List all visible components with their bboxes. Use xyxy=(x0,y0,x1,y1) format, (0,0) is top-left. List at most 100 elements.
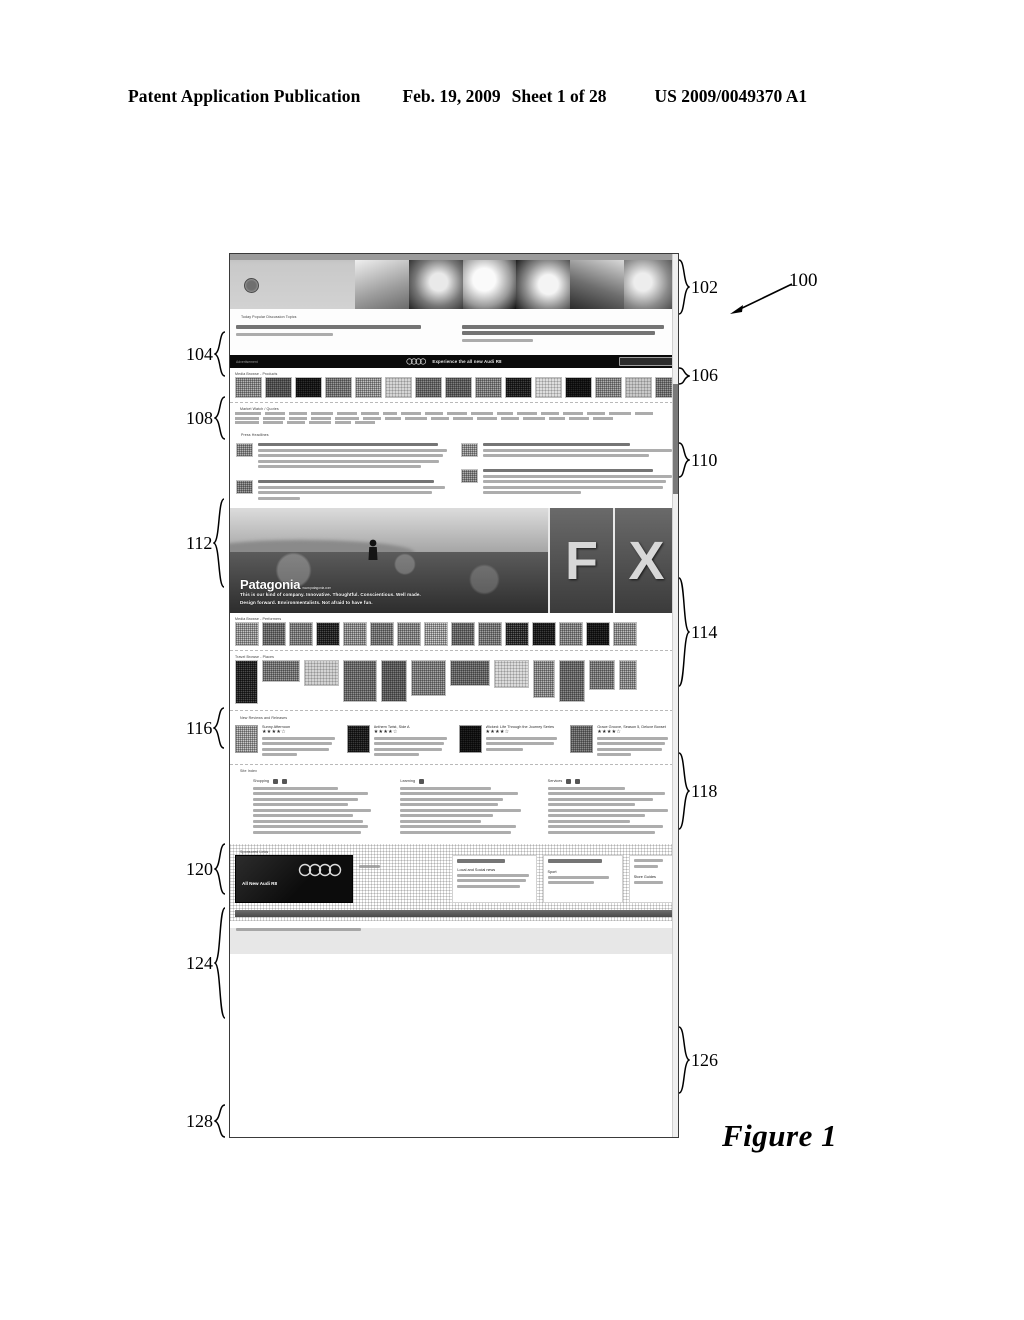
product-thumbnail[interactable] xyxy=(475,377,502,398)
news-item[interactable] xyxy=(236,479,447,503)
patagonia-url[interactable]: www.patagonia.com xyxy=(302,586,331,592)
review-stars: ★★★★☆ xyxy=(485,729,510,736)
travel-photo[interactable] xyxy=(494,660,529,689)
site-index-section: Site Index Shopping Learning Services xyxy=(230,764,678,845)
ref-126-label: 126 xyxy=(691,1049,718,1070)
performer-thumbnail[interactable] xyxy=(370,622,394,647)
link-column-title: Learning xyxy=(400,779,416,784)
product-thumbnail[interactable] xyxy=(355,377,382,398)
travel-photo-row[interactable] xyxy=(230,660,678,705)
travel-photo[interactable] xyxy=(235,660,258,705)
site-logo-icon[interactable] xyxy=(244,278,259,293)
product-thumbnail[interactable] xyxy=(535,377,562,398)
news-thumbnail xyxy=(461,442,478,457)
travel-strip-label: Travel Browse - Places xyxy=(235,654,275,659)
review-stars: ★★★★☆ xyxy=(597,729,622,736)
patagonia-photo: Patagonia www.patagonia.com This is our … xyxy=(230,508,548,614)
review-cover-image xyxy=(346,725,370,754)
ad-card-title: Local and Social news xyxy=(457,867,496,872)
performer-thumbnail[interactable] xyxy=(505,622,529,647)
performer-thumbnail[interactable] xyxy=(613,622,637,647)
patagonia-tagline-1: This is our kind of company. Innovative.… xyxy=(240,592,421,598)
ad-slot-empty xyxy=(359,855,446,871)
brace-right-icon xyxy=(678,1026,690,1094)
travel-photo[interactable] xyxy=(533,660,555,699)
review-title[interactable]: Anthem Twist, Side A xyxy=(374,725,450,729)
product-thumbnail[interactable] xyxy=(625,377,652,398)
ref-102-annotation: 102 xyxy=(678,259,718,315)
audi-ad-banner[interactable]: Advertisement Experience the all new Aud… xyxy=(230,355,678,368)
review-stars: ★★★★☆ xyxy=(373,729,398,736)
review-title[interactable]: Grace Groove, Season 5, Deluxe Boxset xyxy=(597,725,673,729)
sponsored-links-label: Sponsored Links xyxy=(240,849,269,854)
link-column-title: Services xyxy=(547,779,563,784)
travel-photo[interactable] xyxy=(559,660,585,703)
performer-thumbnail[interactable] xyxy=(397,622,421,647)
ad-card[interactable]: Local and Social news xyxy=(452,855,537,904)
ad-card[interactable]: Store Guides xyxy=(628,855,673,904)
review-title[interactable]: Wicked: Life Through the Journey Series xyxy=(486,725,562,729)
vertical-scrollbar[interactable] xyxy=(672,254,678,1137)
performer-thumbnail[interactable] xyxy=(424,622,448,647)
performer-thumbnail[interactable] xyxy=(235,622,259,647)
travel-photo[interactable] xyxy=(619,660,637,691)
brace-right-icon xyxy=(678,442,690,478)
quote-item[interactable] xyxy=(236,325,446,344)
review-item[interactable]: Wicked: Life Through the Journey Series … xyxy=(458,725,562,759)
travel-photo[interactable] xyxy=(411,660,446,697)
review-item[interactable]: Sunny Afternoon ★★★★☆ xyxy=(235,725,338,759)
travel-photo[interactable] xyxy=(589,660,615,691)
product-thumbnail[interactable] xyxy=(505,377,532,398)
news-item[interactable] xyxy=(461,468,672,497)
masthead-banner-image xyxy=(355,260,678,309)
product-thumbnail[interactable] xyxy=(445,377,472,398)
table-row[interactable] xyxy=(235,416,673,420)
product-thumbnail-row[interactable] xyxy=(230,377,678,398)
table-row[interactable] xyxy=(235,421,673,424)
performer-thumbnail-row[interactable] xyxy=(230,622,678,647)
news-item[interactable] xyxy=(461,442,672,460)
travel-photo[interactable] xyxy=(450,660,490,687)
performer-thumbnail[interactable] xyxy=(451,622,475,647)
product-thumbnail[interactable] xyxy=(565,377,592,398)
product-thumbnail[interactable] xyxy=(595,377,622,398)
product-thumbnail[interactable] xyxy=(265,377,292,398)
table-row[interactable] xyxy=(235,412,673,415)
patagonia-ad-banner[interactable]: Patagonia www.patagonia.com This is our … xyxy=(230,508,678,614)
travel-photo[interactable] xyxy=(304,660,339,687)
performer-thumbnail[interactable] xyxy=(289,622,313,647)
quote-item[interactable] xyxy=(462,325,672,344)
performer-thumbnail[interactable] xyxy=(262,622,286,647)
product-thumbnail[interactable] xyxy=(415,377,442,398)
ref-100-leader-arrow xyxy=(730,283,793,314)
performer-thumbnail[interactable] xyxy=(478,622,502,647)
product-thumbnail[interactable] xyxy=(385,377,412,398)
product-thumbnail[interactable] xyxy=(235,377,262,398)
performer-thumbnail[interactable] xyxy=(532,622,556,647)
brace-right-icon xyxy=(678,752,690,830)
product-thumbnail[interactable] xyxy=(325,377,352,398)
review-title[interactable]: Sunny Afternoon xyxy=(262,725,338,729)
link-column: Shopping xyxy=(253,778,378,837)
webpage-screenshot-mock: Today Popular Discussion Topics Advertis… xyxy=(229,253,679,1138)
review-item[interactable]: Anthem Twist, Side A ★★★★☆ xyxy=(346,725,450,759)
travel-photo[interactable] xyxy=(262,660,300,683)
reviews-section-label: New Reviews and Releases xyxy=(240,715,288,720)
tag-icon xyxy=(282,778,288,784)
performer-thumbnail[interactable] xyxy=(586,622,610,647)
product-thumbnail[interactable] xyxy=(295,377,322,398)
ad-card[interactable]: Sport xyxy=(542,855,623,904)
brace-right-icon xyxy=(678,366,690,385)
performer-thumbnail[interactable] xyxy=(559,622,583,647)
patagonia-letters-panel: F X xyxy=(548,508,678,614)
performer-thumbnail[interactable] xyxy=(343,622,367,647)
travel-photo[interactable] xyxy=(343,660,377,703)
ref-114-label: 114 xyxy=(691,621,718,642)
brace-right-icon xyxy=(678,577,690,687)
audi-ad-cta-button[interactable] xyxy=(619,357,673,366)
news-item[interactable] xyxy=(236,442,447,471)
review-item[interactable]: Grace Groove, Season 5, Deluxe Boxset ★★… xyxy=(570,725,673,759)
travel-photo[interactable] xyxy=(381,660,407,703)
audi-ad-card[interactable]: All New Audi R8 xyxy=(235,855,353,904)
performer-thumbnail[interactable] xyxy=(316,622,340,647)
